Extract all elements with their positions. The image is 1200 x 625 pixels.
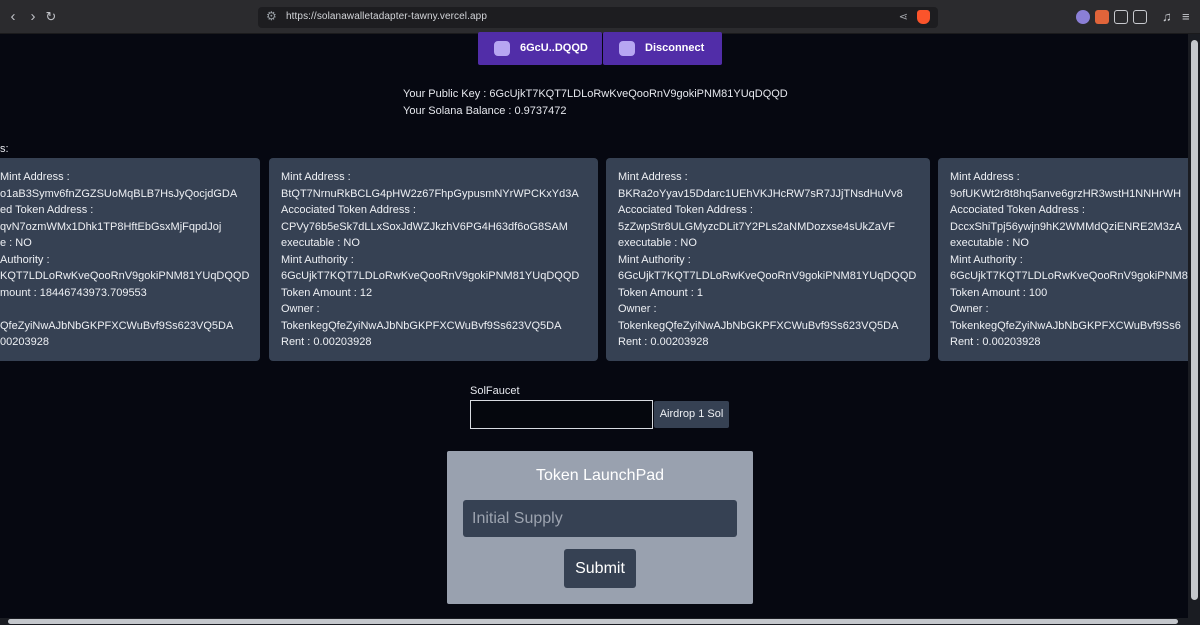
token-card: Mint Address : BtQT7NrnuRkBCLG4pHW2z67Fh… — [269, 158, 598, 361]
card-line: TokenkegQfeZyiNwAJbNbGKPFXCWuBvf9Ss623VQ… — [281, 319, 562, 332]
wallet-extension-icon[interactable] — [1076, 10, 1090, 24]
disconnect-button[interactable]: Disconnect — [603, 32, 722, 65]
card-line: Mint Authority : — [618, 253, 691, 266]
card-line: Rent : 0.00203928 — [281, 336, 372, 348]
tokens-label: s: — [0, 143, 9, 155]
card-line: executable : NO — [281, 237, 360, 249]
card-line: KQT7LDLoRwKveQooRnV9gokiPNM81YUqDQQD — [0, 270, 250, 282]
card-line: TokenkegQfeZyiNwAJbNbGKPFXCWuBvf9Ss623VQ… — [618, 319, 899, 332]
card-line: Token Amount : 1 — [618, 286, 703, 299]
card-line: Accociated Token Address : — [950, 204, 1085, 216]
browser-toolbar: ‹ › ↻ ⚙ https://solanawalletadapter-tawn… — [0, 0, 1200, 34]
card-line: Mint Address : — [281, 171, 351, 183]
card-line: BtQT7NrnuRkBCLG4pHW2z67FhpGypusmNYrWPCKx… — [281, 187, 579, 200]
fox-extension-icon[interactable] — [1095, 10, 1109, 24]
card-line: Token Amount : 12 — [281, 286, 373, 299]
wallet-icon — [619, 41, 635, 56]
card-line: CPVy76b5eSk7dLLxSoxJdWZJkzhV6PG4H63df6oG… — [281, 220, 568, 233]
card-line: e : NO — [0, 237, 32, 249]
card-line: Rent : 0.00203928 — [950, 336, 1041, 348]
card-line: Mint Address : — [618, 171, 688, 183]
card-line: Accociated Token Address : — [618, 204, 753, 216]
token-card: Mint Address : 9ofUKWt2r8t8hq5anve6grzHR… — [938, 158, 1200, 361]
card-line: Accociated Token Address : — [281, 204, 416, 216]
menu-icon[interactable]: ≡ — [1182, 10, 1196, 24]
card-line: BKRa2oYyav15Ddarc1UEhVKJHcRW7sR7JJjTNsdH… — [618, 187, 903, 200]
vertical-scroll-thumb[interactable] — [1191, 40, 1198, 600]
brave-shield-icon[interactable] — [917, 10, 930, 24]
token-launchpad-panel: Token LaunchPad Submit — [447, 451, 753, 604]
card-line: 6GcUjkT7KQT7LDLoRwKveQooRnV9gokiPNM8 — [950, 270, 1188, 282]
airdrop-button[interactable]: Airdrop 1 Sol — [654, 401, 729, 428]
url-text[interactable]: https://solanawalletadapter-tawny.vercel… — [286, 11, 487, 22]
card-line: 6GcUjkT7KQT7LDLoRwKveQooRnV9gokiPNM81YUq… — [281, 270, 580, 282]
wallet-icon — [494, 41, 510, 56]
card-line: mount : 18446743973.709553 — [0, 286, 147, 299]
puzzle-extensions-icon[interactable] — [1114, 10, 1128, 24]
horizontal-scroll-thumb[interactable] — [8, 619, 1178, 624]
music-icon[interactable]: ♫ — [1162, 10, 1176, 24]
disconnect-label: Disconnect — [645, 42, 705, 54]
wallet-address-label: 6GcU..DQQD — [520, 42, 588, 54]
horizontal-scrollbar[interactable] — [0, 618, 1200, 625]
forward-arrow-icon[interactable]: › — [24, 8, 42, 26]
card-line: 5zZwpStr8ULGMyzcDLit7Y2PLs2aNMDozxse4sUk… — [618, 220, 895, 233]
card-line: o1aB3Symv6fnZGZSUoMqBLB7HsJyQocjdGDA — [0, 187, 238, 200]
faucet-label: SolFaucet — [470, 385, 520, 397]
faucet-address-input[interactable] — [470, 400, 653, 429]
card-line: 00203928 — [0, 336, 49, 348]
wallet-address-button[interactable]: 6GcU..DQQD — [478, 32, 602, 65]
launchpad-title: Token LaunchPad — [535, 467, 665, 484]
card-line: executable : NO — [618, 237, 697, 249]
submit-button[interactable]: Submit — [564, 549, 636, 588]
token-card: Mint Address : BKRa2oYyav15Ddarc1UEhVKJH… — [606, 158, 930, 361]
card-line: DccxShiTpj56ywjn9hK2WMMdQziENRE2M3zA — [950, 220, 1182, 233]
vertical-scrollbar[interactable] — [1188, 34, 1200, 619]
reload-icon[interactable]: ↻ — [42, 8, 60, 26]
card-line: QfeZyiNwAJbNbGKPFXCWuBvf9Ss623VQ5DA — [0, 319, 234, 332]
card-line: Owner : — [950, 303, 989, 315]
card-line: Mint Address : — [950, 171, 1020, 183]
share-icon[interactable]: ⋖ — [899, 10, 908, 23]
card-line: TokenkegQfeZyiNwAJbNbGKPFXCWuBvf9Ss6 — [950, 319, 1181, 332]
card-line: Authority : — [0, 253, 50, 266]
back-arrow-icon[interactable]: ‹ — [4, 8, 22, 26]
card-line: Mint Authority : — [950, 253, 1023, 266]
card-line: executable : NO — [950, 237, 1029, 249]
token-card: Mint Address : o1aB3Symv6fnZGZSUoMqBLB7H… — [0, 158, 260, 361]
card-line: Token Amount : 100 — [950, 286, 1048, 299]
card-line: qvN7ozmWMx1Dhk1TP8HftEbGsxMjFqpdJoj — [0, 220, 222, 233]
card-line: Owner : — [618, 303, 657, 315]
card-line: ed Token Address : — [0, 204, 94, 216]
address-bar[interactable]: ⚙ https://solanawalletadapter-tawny.verc… — [258, 7, 938, 28]
balance-text: Your Solana Balance : 0.9737472 — [403, 105, 567, 117]
public-key-text: Your Public Key : 6GcUjkT7KQT7LDLoRwKveQ… — [403, 88, 788, 100]
card-line: Owner : — [281, 303, 320, 315]
initial-supply-input[interactable] — [463, 500, 737, 537]
site-settings-icon[interactable]: ⚙ — [266, 9, 277, 23]
card-line: 9ofUKWt2r8t8hq5anve6grzHR3wstH1NNHrWH — [950, 187, 1182, 200]
download-icon[interactable] — [1133, 10, 1147, 24]
card-line: Mint Address : — [0, 171, 70, 183]
card-line — [0, 301, 260, 318]
card-line: Mint Authority : — [281, 253, 354, 266]
card-line: Rent : 0.00203928 — [618, 336, 709, 348]
card-line: 6GcUjkT7KQT7LDLoRwKveQooRnV9gokiPNM81YUq… — [618, 270, 917, 282]
